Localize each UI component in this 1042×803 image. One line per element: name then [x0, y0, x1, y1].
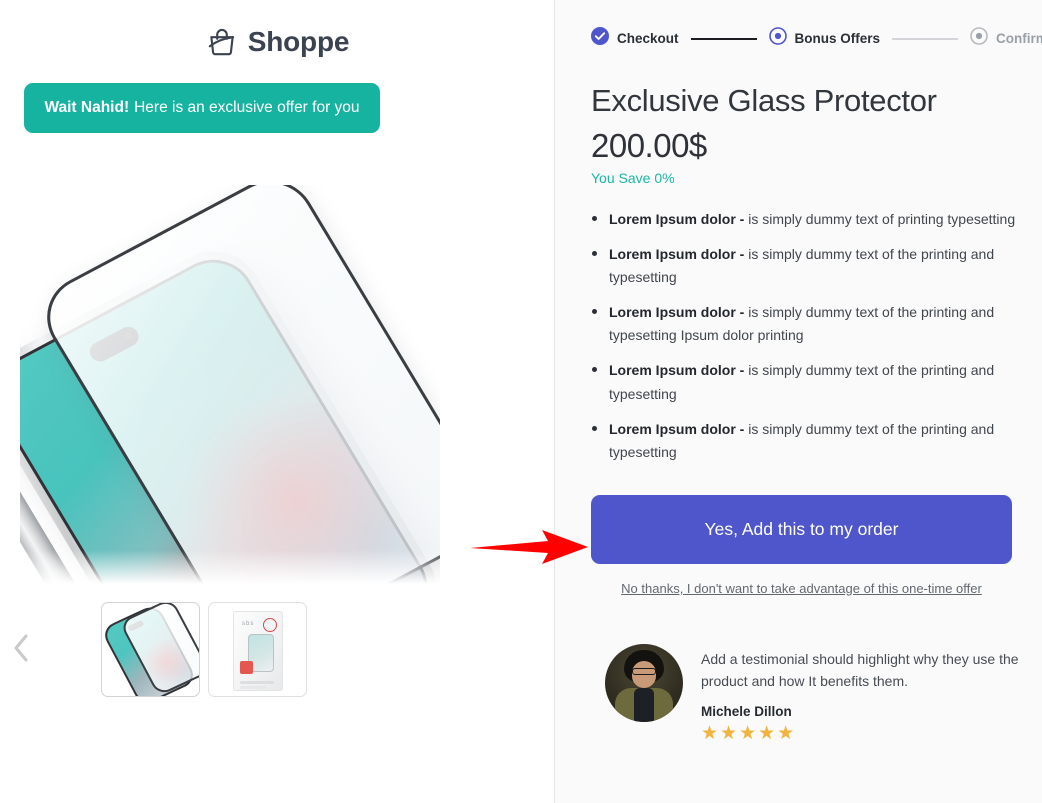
offer-savings: You Save 0%	[591, 170, 675, 186]
testimonial-author: Michele Dillon	[701, 703, 792, 719]
list-item: Lorem Ipsum dolor - is simply dummy text…	[591, 301, 1042, 347]
step-bonus-offers-label: Bonus Offers	[794, 31, 881, 46]
feature-strong: Lorem Ipsum dolor -	[609, 420, 745, 437]
list-item: Lorem Ipsum dolor - is simply dummy text…	[591, 243, 1042, 289]
promo-message: Here is an exclusive offer for you	[134, 99, 360, 116]
step-confirmation-label: Confirmation	[996, 31, 1042, 46]
chevron-left-icon	[11, 632, 31, 669]
brand-name: Shoppe	[247, 26, 350, 57]
thumbnail-product-package[interactable]: sbs	[208, 602, 307, 697]
product-hero-image[interactable]	[0, 185, 555, 595]
feature-text: is simply dummy text of printing typeset…	[744, 211, 1016, 227]
step-checkout-label: Checkout	[617, 31, 679, 46]
thumb-package-box: sbs	[233, 611, 283, 691]
offer-panel: Checkout Bonus Offers Confirm Exclusive …	[555, 0, 1042, 803]
decline-offer-link[interactable]: No thanks, I don't want to take advantag…	[591, 581, 1012, 596]
testimonial-quote: Add a testimonial should highlight why t…	[701, 650, 1019, 690]
list-item: Lorem Ipsum dolor - is simply dummy text…	[591, 359, 1042, 405]
offer-feature-list: Lorem Ipsum dolor - is simply dummy text…	[591, 208, 1042, 464]
checkout-stepper: Checkout Bonus Offers Confirm	[555, 0, 1042, 50]
product-panel: Shoppe Wait Nahid! Here is an exclusive …	[0, 0, 555, 803]
thumb-package-logo: sbs	[242, 621, 255, 627]
radio-filled-icon	[768, 27, 787, 50]
accept-offer-button[interactable]: Yes, Add this to my order	[591, 494, 1012, 564]
feature-strong: Lorem Ipsum dolor -	[609, 246, 745, 263]
thumb-package-red-label	[240, 661, 253, 674]
avatar	[605, 643, 683, 722]
stepper-connector-1	[690, 37, 757, 40]
thumb-package-text-line-2	[240, 686, 266, 689]
promo-banner: Wait Nahid! Here is an exclusive offer f…	[24, 83, 380, 133]
offer-title: Exclusive Glass Protector	[591, 83, 937, 118]
thumb-package-badge	[263, 618, 277, 632]
feature-strong: Lorem Ipsum dolor -	[609, 211, 745, 227]
offer-details: Exclusive Glass Protector 200.00$ You Sa…	[555, 83, 1042, 743]
radio-filled-muted-icon	[970, 27, 988, 50]
testimonial-body: Add a testimonial should highlight why t…	[701, 644, 1025, 743]
offer-upsell-page: Shoppe Wait Nahid! Here is an exclusive …	[0, 0, 1042, 803]
image-fade-overlay	[20, 550, 440, 590]
thumbnail-strip: sbs	[101, 602, 307, 697]
avatar-shirt	[634, 687, 654, 722]
thumbnail-product-phone[interactable]	[101, 602, 200, 697]
feature-strong: Lorem Ipsum dolor -	[609, 362, 745, 379]
product-photo	[20, 185, 440, 590]
step-checkout[interactable]: Checkout	[591, 27, 679, 50]
avatar-glasses	[632, 667, 656, 675]
check-circle-icon	[591, 27, 609, 50]
step-bonus-offers[interactable]: Bonus Offers	[768, 27, 881, 50]
stepper-connector-2	[892, 37, 959, 40]
testimonial: Add a testimonial should highlight why t…	[605, 643, 1025, 743]
brand-header: Shoppe	[0, 25, 554, 59]
feature-strong: Lorem Ipsum dolor -	[609, 304, 745, 321]
gallery-prev-button[interactable]	[8, 628, 34, 672]
list-item: Lorem Ipsum dolor - is simply dummy text…	[591, 208, 1042, 231]
rating-stars-icon: ★★★★★	[701, 722, 797, 744]
thumb-package-text-line-1	[240, 681, 274, 684]
offer-price: 200.00$	[591, 127, 707, 164]
list-item: Lorem Ipsum dolor - is simply dummy text…	[591, 418, 1042, 464]
promo-highlight: Wait Nahid!	[44, 99, 130, 116]
shopping-bag-icon	[205, 25, 239, 59]
step-confirmation[interactable]: Confirmation	[970, 27, 1042, 50]
